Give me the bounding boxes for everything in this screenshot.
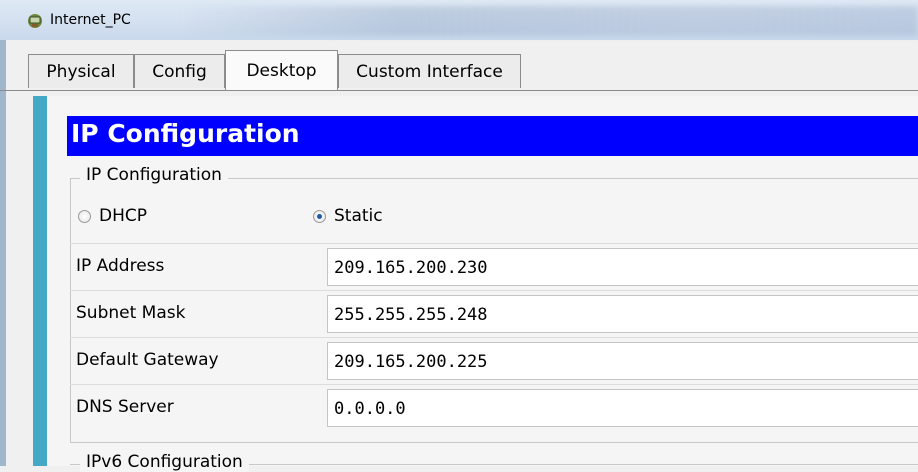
dns-server-input[interactable]: 0.0.0.0: [327, 389, 918, 427]
tab-desktop[interactable]: Desktop: [225, 50, 338, 90]
static-option[interactable]: Static: [313, 206, 383, 228]
ip-address-input[interactable]: 209.165.200.230: [327, 248, 918, 286]
tab-physical[interactable]: Physical: [28, 54, 134, 88]
ipv6-config-group-label: IPv6 Configuration: [80, 452, 249, 472]
dhcp-label: DHCP: [99, 206, 147, 226]
tab-divider: [0, 90, 918, 91]
subnet-mask-row: Subnet Mask 255.255.255.248: [70, 291, 918, 337]
titlebar-background: [180, 6, 918, 36]
window-titlebar: Internet_PC: [0, 0, 918, 40]
ip-address-row: IP Address 209.165.200.230: [70, 244, 918, 290]
static-label: Static: [334, 206, 383, 226]
dns-server-label: DNS Server: [76, 397, 174, 417]
tab-custom-interface[interactable]: Custom Interface: [338, 54, 521, 88]
subnet-mask-input[interactable]: 255.255.255.248: [327, 295, 918, 333]
default-gateway-row: Default Gateway 209.165.200.225: [70, 338, 918, 384]
pc-icon: [28, 14, 42, 28]
left-edge: [0, 40, 6, 466]
subnet-mask-label: Subnet Mask: [76, 303, 186, 323]
default-gateway-label: Default Gateway: [76, 350, 219, 370]
dhcp-option[interactable]: DHCP: [78, 206, 147, 228]
ip-config-title: IP Configuration: [71, 119, 300, 148]
dns-server-row: DNS Server 0.0.0.0: [70, 385, 918, 431]
default-gateway-input[interactable]: 209.165.200.225: [327, 342, 918, 380]
ip-config-group-label: IP Configuration: [80, 165, 228, 185]
ip-address-label: IP Address: [76, 256, 165, 276]
tab-config[interactable]: Config: [134, 54, 225, 88]
ip-config-header: IP Configuration: [67, 116, 918, 156]
static-radio[interactable]: [313, 209, 326, 223]
window-title: Internet_PC: [50, 12, 131, 28]
dhcp-radio[interactable]: [78, 209, 91, 223]
